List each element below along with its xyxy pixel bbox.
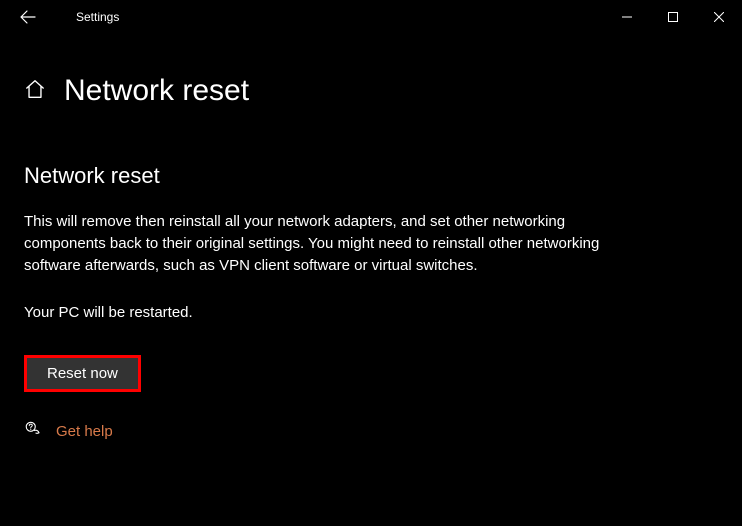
minimize-button[interactable] bbox=[604, 0, 650, 34]
description-text: This will remove then reinstall all your… bbox=[24, 211, 604, 276]
reset-now-button[interactable]: Reset now bbox=[24, 355, 141, 392]
titlebar: Settings bbox=[0, 0, 742, 34]
section-title: Network reset bbox=[24, 163, 718, 189]
page-header: Network reset bbox=[24, 74, 718, 108]
window-controls bbox=[604, 0, 742, 34]
help-row: Get help bbox=[24, 420, 718, 443]
maximize-button[interactable] bbox=[650, 0, 696, 34]
window-title: Settings bbox=[76, 10, 119, 24]
get-help-link[interactable]: Get help bbox=[56, 423, 113, 440]
close-button[interactable] bbox=[696, 0, 742, 34]
minimize-icon bbox=[622, 12, 632, 22]
page-title: Network reset bbox=[64, 74, 249, 108]
back-button[interactable] bbox=[8, 0, 48, 34]
back-arrow-icon bbox=[20, 9, 36, 25]
help-icon bbox=[24, 420, 42, 443]
content-area: Network reset Network reset This will re… bbox=[0, 34, 742, 443]
restart-notice: Your PC will be restarted. bbox=[24, 304, 718, 321]
home-icon bbox=[24, 78, 46, 105]
maximize-icon bbox=[668, 12, 678, 22]
close-icon bbox=[714, 12, 724, 22]
